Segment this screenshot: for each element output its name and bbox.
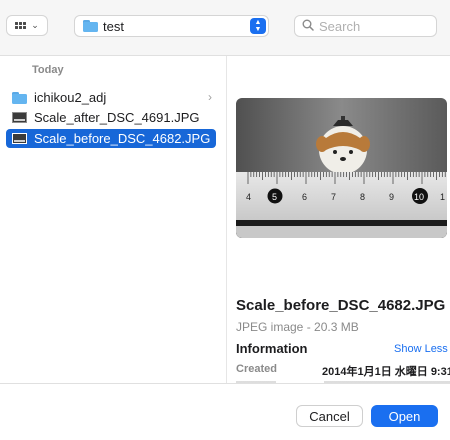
image-file-icon: [12, 133, 27, 144]
folder-icon: [83, 20, 98, 32]
folder-icon: [12, 91, 27, 104]
toolbar: ⌄ test ▲ ▼: [0, 0, 450, 56]
dialog-footer: Cancel Open: [0, 383, 450, 440]
svg-text:4: 4: [246, 192, 251, 202]
file-kind: JPEG image - 20.3 MB: [236, 320, 359, 334]
information-header: Information: [236, 341, 308, 356]
svg-text:9: 9: [389, 192, 394, 202]
list-item-label: Scale_before_DSC_4682.JPG: [34, 131, 211, 146]
list-item-label: ichikou2_adj: [34, 90, 107, 105]
grid-icon: [15, 22, 27, 29]
svg-text:7: 7: [331, 192, 336, 202]
cancel-button[interactable]: Cancel: [296, 405, 363, 427]
search-icon: [302, 19, 314, 31]
file-name: Scale_before_DSC_4682.JPG: [236, 297, 446, 314]
created-label: Created: [236, 363, 277, 375]
location-popup[interactable]: test ▲ ▼: [74, 15, 269, 37]
list-item-folder[interactable]: ichikou2_adj ›: [6, 88, 216, 107]
image-thumbnail: 4 5 6 7 8 9 10 1: [236, 98, 447, 238]
open-button[interactable]: Open: [371, 405, 438, 427]
view-options-button[interactable]: ⌄: [6, 15, 48, 36]
list-item-file-selected[interactable]: Scale_before_DSC_4682.JPG: [6, 129, 216, 148]
location-label: test: [103, 19, 124, 34]
chevron-right-icon: ›: [208, 90, 212, 104]
file-list: Today ichikou2_adj › Scale_after_DSC_469…: [0, 56, 227, 383]
list-item-file[interactable]: Scale_after_DSC_4691.JPG: [6, 108, 216, 127]
preview-pane: 4 5 6 7 8 9 10 1 Scale_before_DSC_4682.J…: [227, 56, 450, 385]
svg-text:5: 5: [272, 192, 277, 202]
svg-text:10: 10: [414, 192, 424, 202]
list-item-label: Scale_after_DSC_4691.JPG: [34, 110, 200, 125]
svg-text:6: 6: [302, 192, 307, 202]
show-less-link[interactable]: Show Less: [394, 343, 448, 355]
svg-text:1: 1: [440, 192, 445, 202]
section-header-today: Today: [32, 64, 64, 76]
search-field[interactable]: [294, 15, 437, 37]
svg-text:8: 8: [360, 192, 365, 202]
created-value: 2014年1月1日 水曜日 9:31: [322, 366, 450, 378]
search-input[interactable]: [319, 18, 429, 34]
image-file-icon: [12, 112, 27, 123]
popup-arrows-icon: ▲ ▼: [250, 18, 266, 34]
chevron-down-icon: ⌄: [31, 20, 39, 30]
